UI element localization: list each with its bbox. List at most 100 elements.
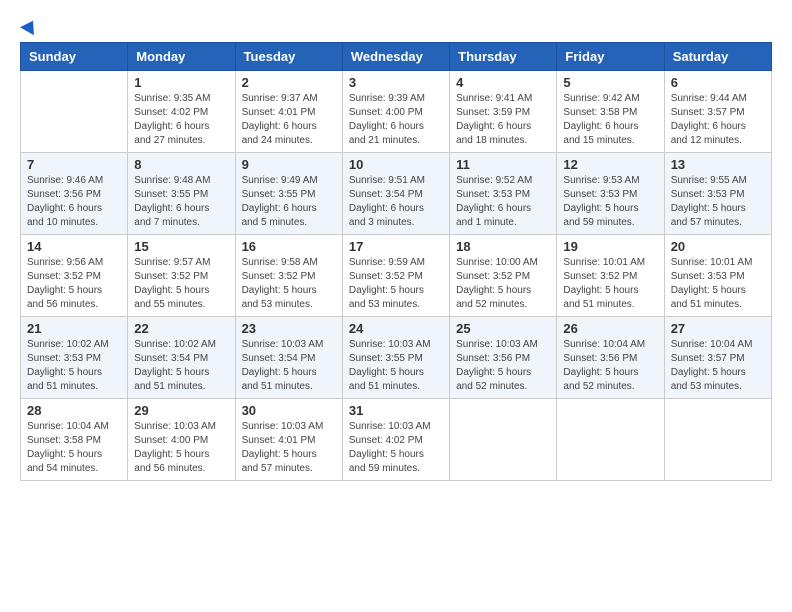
day-number: 17	[349, 239, 443, 254]
calendar-cell: 8 Sunrise: 9:48 AMSunset: 3:55 PMDaylight…	[128, 153, 235, 235]
day-number: 3	[349, 75, 443, 90]
calendar-cell: 6Sunrise: 9:44 AMSunset: 3:57 PMDaylight…	[664, 71, 771, 153]
calendar-cell: 7 Sunrise: 9:46 AMSunset: 3:56 PMDaylight…	[21, 153, 128, 235]
day-info: Sunrise: 9:51 AMSunset: 3:54 PMDaylight:…	[349, 174, 443, 230]
calendar-cell: 2 Sunrise: 9:37 AMSunset: 4:01 PMDaylight…	[235, 71, 342, 153]
day-number: 26	[563, 321, 657, 336]
day-info: Sunrise: 9:37 AMSunset: 4:01 PMDaylight:…	[242, 92, 336, 148]
calendar-cell: 17 Sunrise: 9:59 AMSunset: 3:52 PMDayligh…	[342, 235, 449, 317]
day-info: Sunrise: 9:55 AMSunset: 3:53 PMDaylight:…	[671, 174, 765, 230]
calendar-cell: 30 Sunrise: 10:03 AMSunset: 4:01 PMDaylig…	[235, 399, 342, 481]
day-number: 12	[563, 157, 657, 172]
day-number: 28	[27, 403, 121, 418]
calendar-cell: 24 Sunrise: 10:03 AMSunset: 3:55 PMDaylig…	[342, 317, 449, 399]
calendar-header-row: SundayMondayTuesdayWednesdayThursdayFrid…	[21, 43, 772, 71]
day-number: 8	[134, 157, 228, 172]
calendar-cell: 28 Sunrise: 10:04 AMSunset: 3:58 PMDaylig…	[21, 399, 128, 481]
day-info: Sunrise: 10:03 AMSunset: 4:02 PMDaylight…	[349, 420, 443, 476]
calendar-week-row: 28 Sunrise: 10:04 AMSunset: 3:58 PMDaylig…	[21, 399, 772, 481]
column-header-saturday: Saturday	[664, 43, 771, 71]
day-info: Sunrise: 10:03 AMSunset: 3:54 PMDaylight…	[242, 338, 336, 394]
calendar-cell: 4Sunrise: 9:41 AMSunset: 3:59 PMDaylight…	[450, 71, 557, 153]
day-number: 13	[671, 157, 765, 172]
day-number: 24	[349, 321, 443, 336]
calendar-cell: 23 Sunrise: 10:03 AMSunset: 3:54 PMDaylig…	[235, 317, 342, 399]
day-info: Sunrise: 9:46 AMSunset: 3:56 PMDaylight:…	[27, 174, 121, 230]
day-info: Sunrise: 9:57 AMSunset: 3:52 PMDaylight:…	[134, 256, 228, 312]
calendar-cell: 20Sunrise: 10:01 AMSunset: 3:53 PMDaylig…	[664, 235, 771, 317]
day-info: Sunrise: 10:04 AMSunset: 3:56 PMDaylight…	[563, 338, 657, 394]
day-info: Sunrise: 10:02 AMSunset: 3:54 PMDaylight…	[134, 338, 228, 394]
calendar-cell: 13 Sunrise: 9:55 AMSunset: 3:53 PMDayligh…	[664, 153, 771, 235]
day-number: 30	[242, 403, 336, 418]
day-number: 18	[456, 239, 550, 254]
calendar-cell: 14 Sunrise: 9:56 AMSunset: 3:52 PMDayligh…	[21, 235, 128, 317]
calendar-cell: 25 Sunrise: 10:03 AMSunset: 3:56 PMDaylig…	[450, 317, 557, 399]
calendar-table: SundayMondayTuesdayWednesdayThursdayFrid…	[20, 42, 772, 481]
day-info: Sunrise: 10:04 AMSunset: 3:57 PMDaylight…	[671, 338, 765, 394]
calendar-cell: 15Sunrise: 9:57 AMSunset: 3:52 PMDayligh…	[128, 235, 235, 317]
day-info: Sunrise: 9:59 AMSunset: 3:52 PMDaylight:…	[349, 256, 443, 312]
day-info: Sunrise: 9:56 AMSunset: 3:52 PMDaylight:…	[27, 256, 121, 312]
day-info: Sunrise: 9:39 AMSunset: 4:00 PMDaylight:…	[349, 92, 443, 148]
day-number: 16	[242, 239, 336, 254]
day-number: 14	[27, 239, 121, 254]
day-number: 9	[242, 157, 336, 172]
day-number: 31	[349, 403, 443, 418]
calendar-cell: 10Sunrise: 9:51 AMSunset: 3:54 PMDayligh…	[342, 153, 449, 235]
day-info: Sunrise: 10:03 AMSunset: 3:55 PMDaylight…	[349, 338, 443, 394]
day-number: 23	[242, 321, 336, 336]
day-number: 20	[671, 239, 765, 254]
column-header-friday: Friday	[557, 43, 664, 71]
calendar-week-row: 7 Sunrise: 9:46 AMSunset: 3:56 PMDaylight…	[21, 153, 772, 235]
day-number: 22	[134, 321, 228, 336]
calendar-week-row: 14 Sunrise: 9:56 AMSunset: 3:52 PMDayligh…	[21, 235, 772, 317]
day-number: 29	[134, 403, 228, 418]
column-header-wednesday: Wednesday	[342, 43, 449, 71]
calendar-cell: 26 Sunrise: 10:04 AMSunset: 3:56 PMDaylig…	[557, 317, 664, 399]
day-number: 27	[671, 321, 765, 336]
calendar-week-row: 1 Sunrise: 9:35 AMSunset: 4:02 PMDaylight…	[21, 71, 772, 153]
calendar-cell: 31 Sunrise: 10:03 AMSunset: 4:02 PMDaylig…	[342, 399, 449, 481]
column-header-tuesday: Tuesday	[235, 43, 342, 71]
calendar-cell: 12Sunrise: 9:53 AMSunset: 3:53 PMDayligh…	[557, 153, 664, 235]
column-header-monday: Monday	[128, 43, 235, 71]
day-number: 4	[456, 75, 550, 90]
calendar-cell: 18 Sunrise: 10:00 AMSunset: 3:52 PMDaylig…	[450, 235, 557, 317]
logo	[20, 20, 38, 32]
day-info: Sunrise: 10:01 AMSunset: 3:52 PMDaylight…	[563, 256, 657, 312]
day-number: 21	[27, 321, 121, 336]
calendar-week-row: 21 Sunrise: 10:02 AMSunset: 3:53 PMDaylig…	[21, 317, 772, 399]
calendar-cell: 5 Sunrise: 9:42 AMSunset: 3:58 PMDaylight…	[557, 71, 664, 153]
day-info: Sunrise: 10:00 AMSunset: 3:52 PMDaylight…	[456, 256, 550, 312]
calendar-cell: 16 Sunrise: 9:58 AMSunset: 3:52 PMDayligh…	[235, 235, 342, 317]
column-header-sunday: Sunday	[21, 43, 128, 71]
day-number: 11	[456, 157, 550, 172]
day-info: Sunrise: 9:58 AMSunset: 3:52 PMDaylight:…	[242, 256, 336, 312]
day-info: Sunrise: 9:48 AMSunset: 3:55 PMDaylight:…	[134, 174, 228, 230]
calendar-cell	[450, 399, 557, 481]
calendar-cell: 29Sunrise: 10:03 AMSunset: 4:00 PMDaylig…	[128, 399, 235, 481]
day-number: 25	[456, 321, 550, 336]
day-number: 5	[563, 75, 657, 90]
calendar-cell	[557, 399, 664, 481]
day-info: Sunrise: 9:35 AMSunset: 4:02 PMDaylight:…	[134, 92, 228, 148]
day-info: Sunrise: 10:04 AMSunset: 3:58 PMDaylight…	[27, 420, 121, 476]
calendar-cell: 1 Sunrise: 9:35 AMSunset: 4:02 PMDaylight…	[128, 71, 235, 153]
page-header	[20, 20, 772, 32]
day-info: Sunrise: 10:03 AMSunset: 3:56 PMDaylight…	[456, 338, 550, 394]
calendar-cell	[21, 71, 128, 153]
day-info: Sunrise: 10:02 AMSunset: 3:53 PMDaylight…	[27, 338, 121, 394]
calendar-cell: 3 Sunrise: 9:39 AMSunset: 4:00 PMDaylight…	[342, 71, 449, 153]
calendar-cell	[664, 399, 771, 481]
calendar-cell: 21 Sunrise: 10:02 AMSunset: 3:53 PMDaylig…	[21, 317, 128, 399]
calendar-cell: 11Sunrise: 9:52 AMSunset: 3:53 PMDayligh…	[450, 153, 557, 235]
day-number: 7	[27, 157, 121, 172]
day-number: 2	[242, 75, 336, 90]
column-header-thursday: Thursday	[450, 43, 557, 71]
day-info: Sunrise: 10:03 AMSunset: 4:01 PMDaylight…	[242, 420, 336, 476]
day-number: 1	[134, 75, 228, 90]
calendar-cell: 22 Sunrise: 10:02 AMSunset: 3:54 PMDaylig…	[128, 317, 235, 399]
calendar-cell: 19Sunrise: 10:01 AMSunset: 3:52 PMDaylig…	[557, 235, 664, 317]
day-info: Sunrise: 9:42 AMSunset: 3:58 PMDaylight:…	[563, 92, 657, 148]
